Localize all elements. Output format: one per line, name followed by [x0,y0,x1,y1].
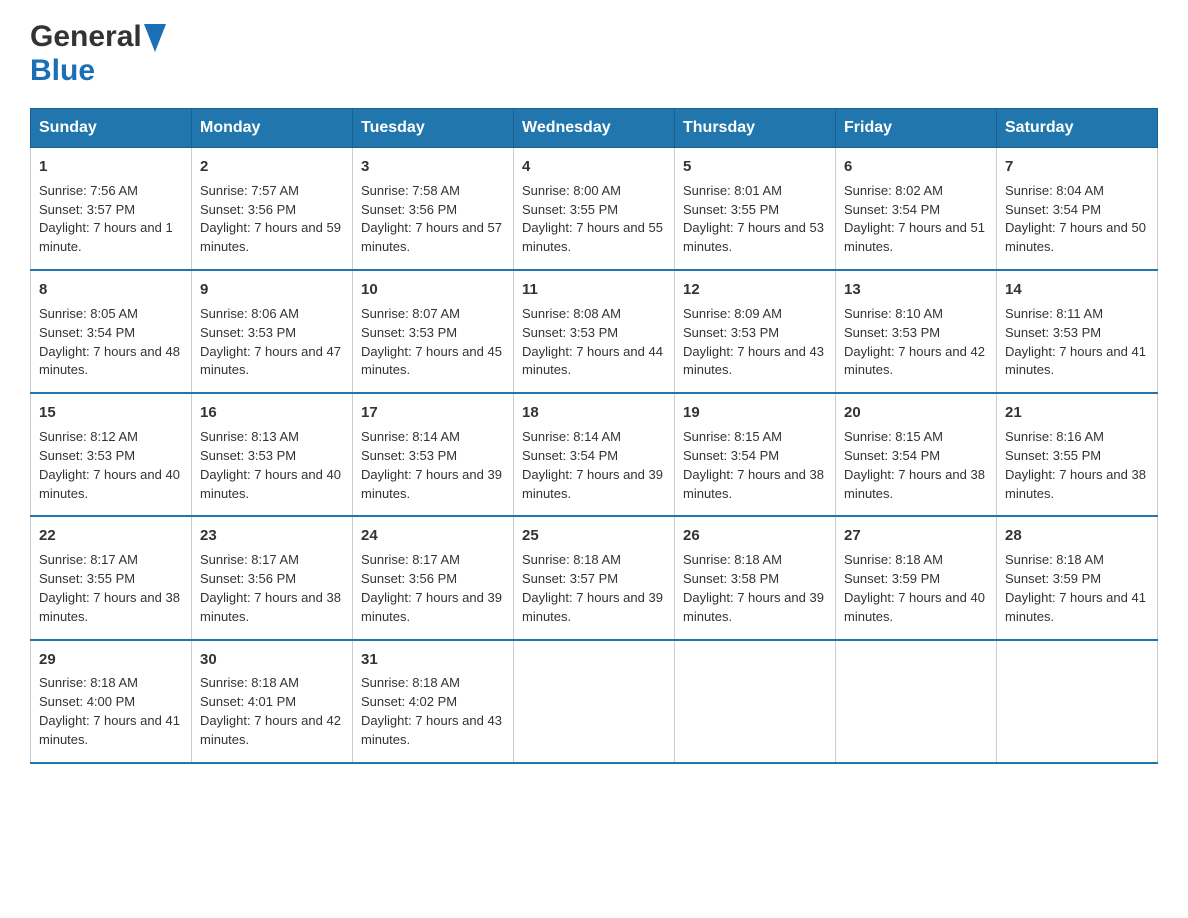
day-number: 9 [200,279,344,301]
calendar-cell: 21Sunrise: 8:16 AMSunset: 3:55 PMDayligh… [997,393,1158,516]
day-number: 10 [361,279,505,301]
calendar-cell: 26Sunrise: 8:18 AMSunset: 3:58 PMDayligh… [675,516,836,639]
col-header-tuesday: Tuesday [353,109,514,148]
day-number: 25 [522,525,666,547]
logo: General Blue [30,20,166,88]
calendar-cell: 3Sunrise: 7:58 AMSunset: 3:56 PMDaylight… [353,148,514,271]
calendar-week-row: 1Sunrise: 7:56 AMSunset: 3:57 PMDaylight… [31,148,1158,271]
day-number: 2 [200,156,344,178]
calendar-cell: 10Sunrise: 8:07 AMSunset: 3:53 PMDayligh… [353,270,514,393]
calendar-cell: 28Sunrise: 8:18 AMSunset: 3:59 PMDayligh… [997,516,1158,639]
col-header-friday: Friday [836,109,997,148]
col-header-saturday: Saturday [997,109,1158,148]
day-number: 11 [522,279,666,301]
day-number: 30 [200,649,344,671]
col-header-monday: Monday [192,109,353,148]
calendar-cell [997,640,1158,763]
logo-blue-text: Blue [30,54,95,88]
calendar-week-row: 8Sunrise: 8:05 AMSunset: 3:54 PMDaylight… [31,270,1158,393]
calendar-cell: 30Sunrise: 8:18 AMSunset: 4:01 PMDayligh… [192,640,353,763]
logo-general-text: General [30,20,142,54]
calendar-cell: 6Sunrise: 8:02 AMSunset: 3:54 PMDaylight… [836,148,997,271]
calendar-cell: 8Sunrise: 8:05 AMSunset: 3:54 PMDaylight… [31,270,192,393]
day-number: 15 [39,402,183,424]
calendar-cell: 19Sunrise: 8:15 AMSunset: 3:54 PMDayligh… [675,393,836,516]
calendar-table: SundayMondayTuesdayWednesdayThursdayFrid… [30,108,1158,764]
day-number: 22 [39,525,183,547]
col-header-sunday: Sunday [31,109,192,148]
calendar-cell: 25Sunrise: 8:18 AMSunset: 3:57 PMDayligh… [514,516,675,639]
calendar-cell: 24Sunrise: 8:17 AMSunset: 3:56 PMDayligh… [353,516,514,639]
day-number: 19 [683,402,827,424]
day-number: 12 [683,279,827,301]
calendar-week-row: 22Sunrise: 8:17 AMSunset: 3:55 PMDayligh… [31,516,1158,639]
calendar-cell: 16Sunrise: 8:13 AMSunset: 3:53 PMDayligh… [192,393,353,516]
day-number: 3 [361,156,505,178]
day-number: 31 [361,649,505,671]
calendar-cell: 11Sunrise: 8:08 AMSunset: 3:53 PMDayligh… [514,270,675,393]
calendar-cell [675,640,836,763]
day-number: 16 [200,402,344,424]
calendar-cell [514,640,675,763]
calendar-header-row: SundayMondayTuesdayWednesdayThursdayFrid… [31,109,1158,148]
calendar-cell: 2Sunrise: 7:57 AMSunset: 3:56 PMDaylight… [192,148,353,271]
day-number: 21 [1005,402,1149,424]
calendar-cell: 12Sunrise: 8:09 AMSunset: 3:53 PMDayligh… [675,270,836,393]
calendar-cell: 18Sunrise: 8:14 AMSunset: 3:54 PMDayligh… [514,393,675,516]
calendar-cell: 22Sunrise: 8:17 AMSunset: 3:55 PMDayligh… [31,516,192,639]
calendar-cell: 5Sunrise: 8:01 AMSunset: 3:55 PMDaylight… [675,148,836,271]
day-number: 4 [522,156,666,178]
day-number: 27 [844,525,988,547]
day-number: 7 [1005,156,1149,178]
calendar-cell: 29Sunrise: 8:18 AMSunset: 4:00 PMDayligh… [31,640,192,763]
calendar-cell: 17Sunrise: 8:14 AMSunset: 3:53 PMDayligh… [353,393,514,516]
calendar-cell: 7Sunrise: 8:04 AMSunset: 3:54 PMDaylight… [997,148,1158,271]
day-number: 18 [522,402,666,424]
day-number: 17 [361,402,505,424]
day-number: 1 [39,156,183,178]
calendar-week-row: 29Sunrise: 8:18 AMSunset: 4:00 PMDayligh… [31,640,1158,763]
calendar-cell: 15Sunrise: 8:12 AMSunset: 3:53 PMDayligh… [31,393,192,516]
calendar-cell: 14Sunrise: 8:11 AMSunset: 3:53 PMDayligh… [997,270,1158,393]
day-number: 14 [1005,279,1149,301]
day-number: 26 [683,525,827,547]
calendar-cell [836,640,997,763]
day-number: 23 [200,525,344,547]
calendar-cell: 20Sunrise: 8:15 AMSunset: 3:54 PMDayligh… [836,393,997,516]
day-number: 6 [844,156,988,178]
col-header-wednesday: Wednesday [514,109,675,148]
logo-arrow-icon [144,24,166,52]
day-number: 20 [844,402,988,424]
calendar-cell: 13Sunrise: 8:10 AMSunset: 3:53 PMDayligh… [836,270,997,393]
day-number: 24 [361,525,505,547]
calendar-cell: 23Sunrise: 8:17 AMSunset: 3:56 PMDayligh… [192,516,353,639]
col-header-thursday: Thursday [675,109,836,148]
calendar-week-row: 15Sunrise: 8:12 AMSunset: 3:53 PMDayligh… [31,393,1158,516]
calendar-cell: 9Sunrise: 8:06 AMSunset: 3:53 PMDaylight… [192,270,353,393]
calendar-cell: 4Sunrise: 8:00 AMSunset: 3:55 PMDaylight… [514,148,675,271]
calendar-cell: 27Sunrise: 8:18 AMSunset: 3:59 PMDayligh… [836,516,997,639]
day-number: 5 [683,156,827,178]
day-number: 13 [844,279,988,301]
day-number: 28 [1005,525,1149,547]
day-number: 29 [39,649,183,671]
calendar-cell: 1Sunrise: 7:56 AMSunset: 3:57 PMDaylight… [31,148,192,271]
day-number: 8 [39,279,183,301]
calendar-cell: 31Sunrise: 8:18 AMSunset: 4:02 PMDayligh… [353,640,514,763]
page-header: General Blue [30,20,1158,88]
